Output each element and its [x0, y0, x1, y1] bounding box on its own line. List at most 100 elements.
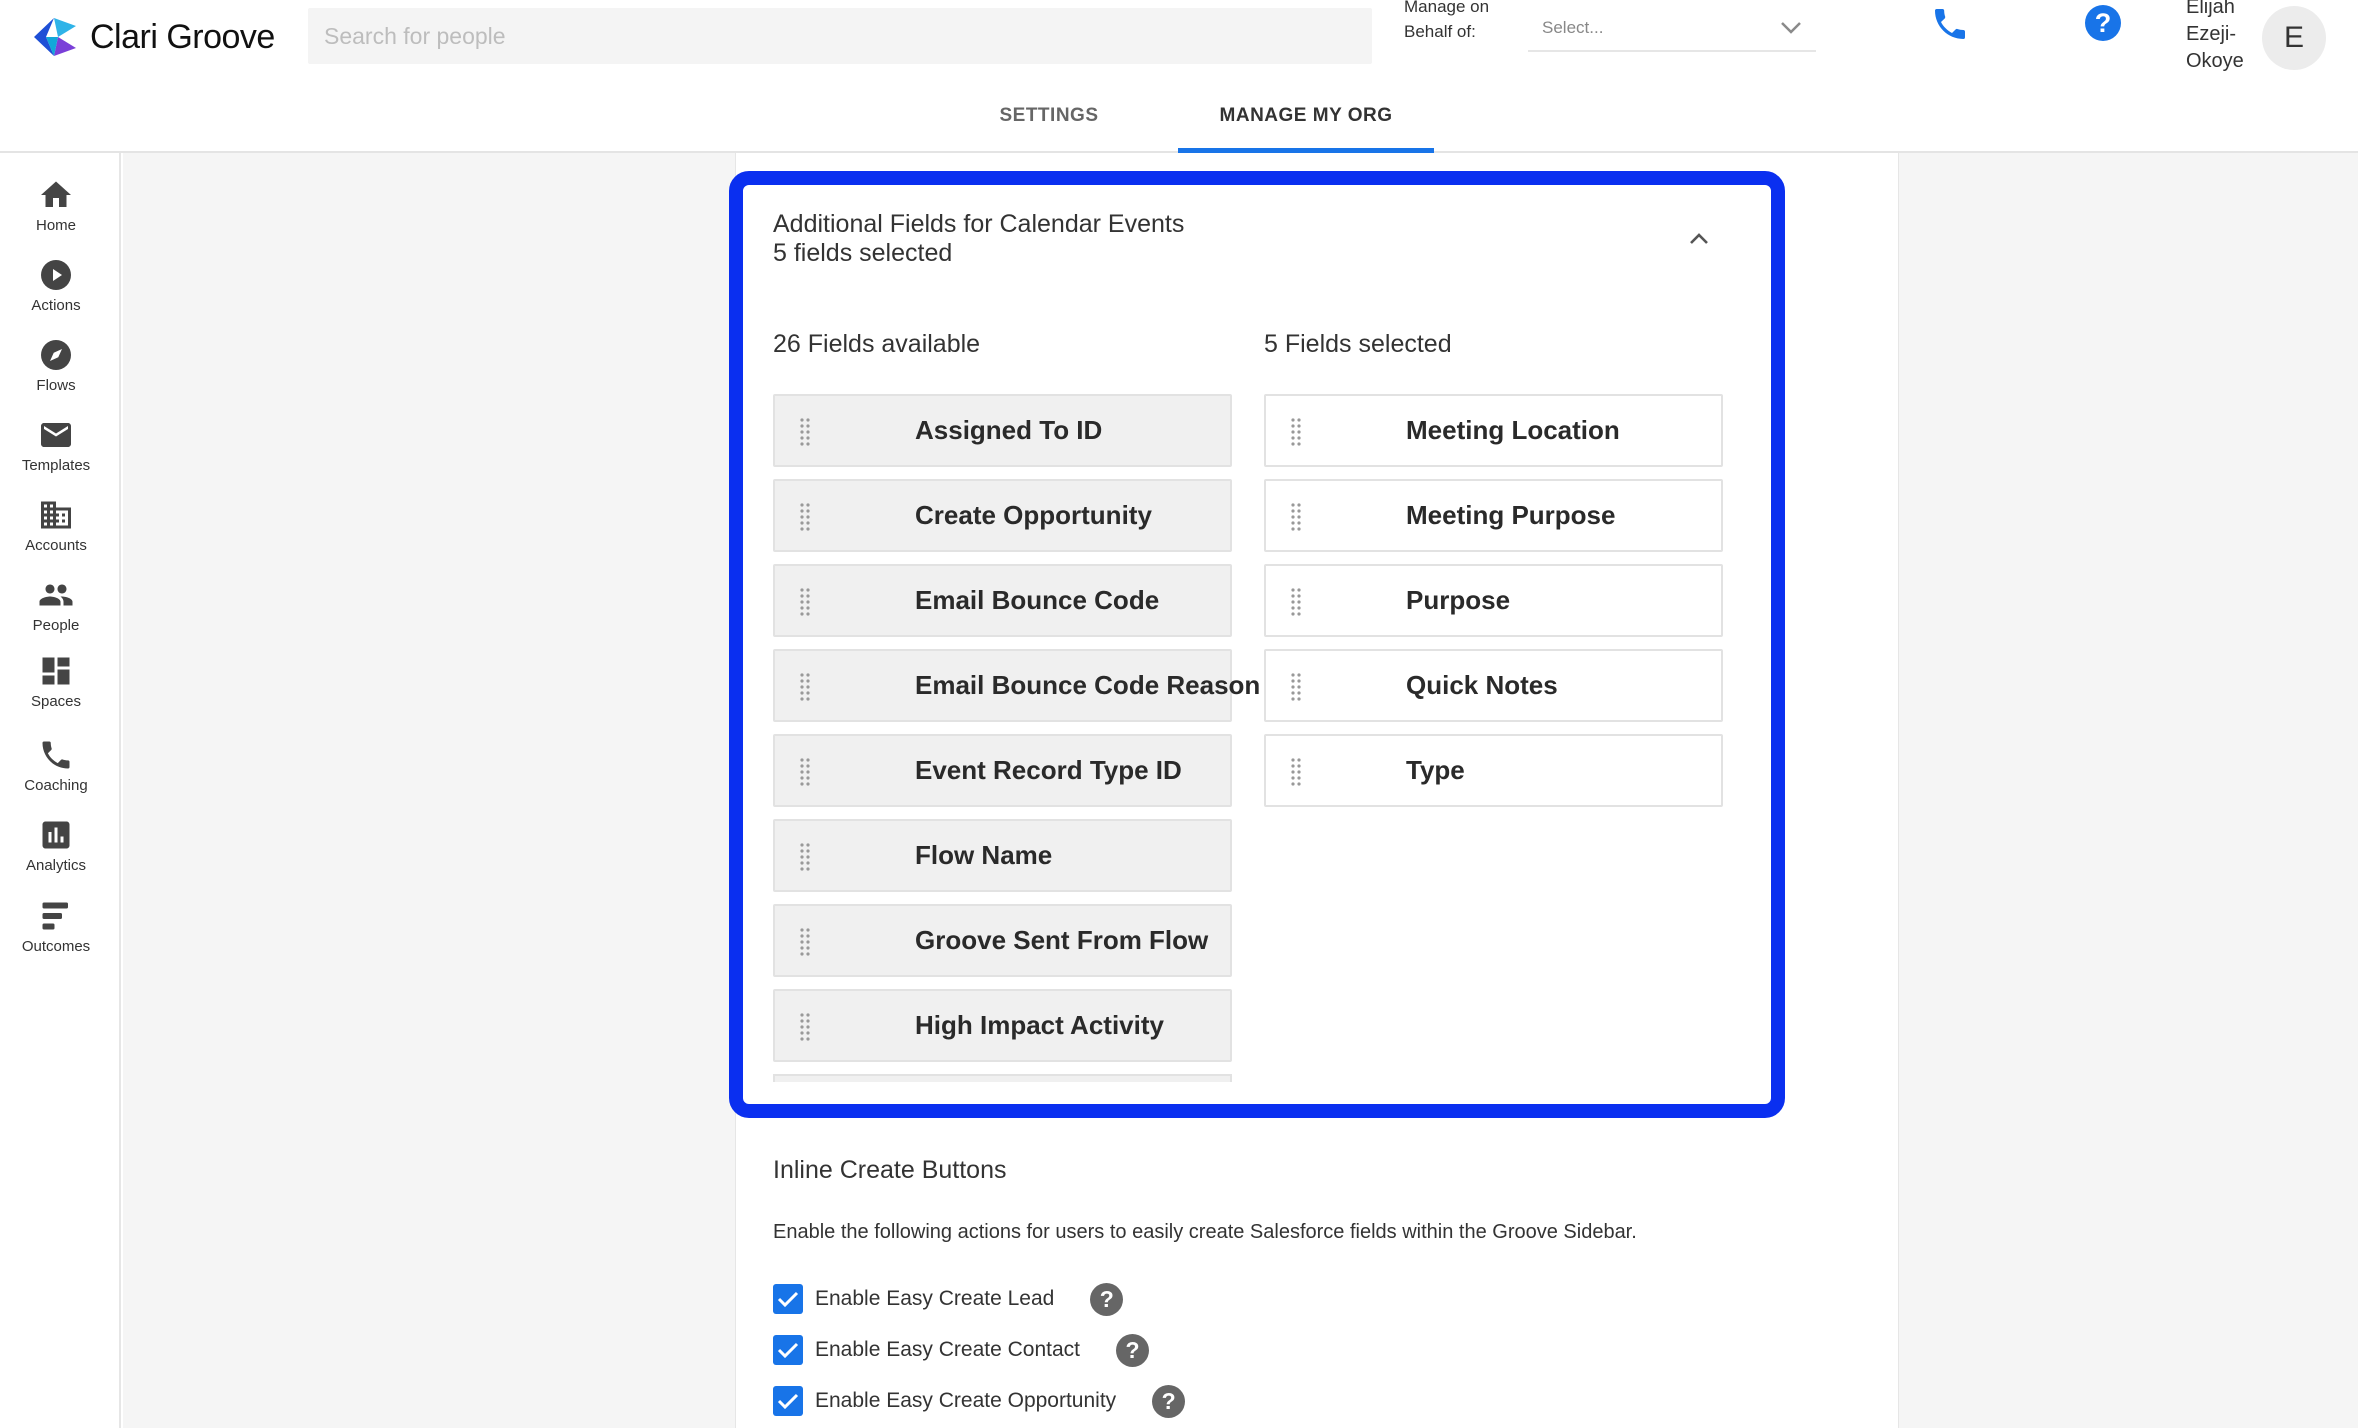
tab-manage-my-org[interactable]: MANAGE MY ORG: [1178, 96, 1434, 153]
checkmark-icon: [777, 1393, 799, 1410]
tab-settings[interactable]: SETTINGS: [978, 96, 1120, 153]
field-label: High Impact Activity: [915, 1010, 1164, 1040]
easy-create-opportunity-label[interactable]: Enable Easy Create Opportunity: [815, 1389, 1116, 1413]
list-icon: [42, 902, 68, 930]
drag-handle-icon[interactable]: [799, 1012, 811, 1042]
drag-handle-icon[interactable]: [799, 417, 811, 447]
available-field-item[interactable]: Event Record Type ID: [773, 734, 1232, 807]
available-field-item[interactable]: Groove Sent From Flow: [773, 904, 1232, 977]
inline-create-title: Inline Create Buttons: [773, 1156, 1007, 1184]
drag-handle-icon[interactable]: [1290, 672, 1302, 702]
selected-field-item[interactable]: Meeting Purpose: [1264, 479, 1723, 552]
sidebar-item-label: Accounts: [25, 537, 87, 554]
sidebar-item-analytics[interactable]: Analytics: [0, 817, 112, 887]
drag-handle-icon[interactable]: [799, 757, 811, 787]
easy-create-contact-option: Enable Easy Create Contact ?: [773, 1333, 1149, 1367]
dashboard-icon: [42, 657, 70, 685]
phone-button[interactable]: [1930, 4, 1970, 44]
sidebar-item-label: Flows: [36, 377, 76, 394]
sidebar-item-accounts[interactable]: Accounts: [0, 497, 112, 567]
behalf-select-value: Select...: [1542, 18, 1604, 37]
phone-icon: [1935, 9, 1965, 39]
chevron-down-icon: [1781, 22, 1801, 34]
sidebar-item-people[interactable]: People: [0, 577, 112, 647]
sidebar-item-label: Actions: [31, 297, 81, 314]
easy-create-lead-option: Enable Easy Create Lead ?: [773, 1282, 1124, 1316]
top-tabs: SETTINGS MANAGE MY ORG: [0, 96, 2358, 153]
easy-create-opportunity-checkbox[interactable]: [773, 1386, 803, 1416]
envelope-icon: [41, 423, 71, 447]
chevron-up-icon: [1690, 233, 1708, 244]
drag-handle-icon[interactable]: [799, 587, 811, 617]
available-field-item[interactable]: High Impact Activity: [773, 989, 1232, 1062]
drag-handle-icon[interactable]: [1290, 757, 1302, 787]
easy-create-lead-checkbox[interactable]: [773, 1284, 803, 1314]
sidebar-item-coaching[interactable]: Coaching: [0, 737, 112, 807]
avatar[interactable]: E: [2262, 6, 2326, 70]
help-circle-icon[interactable]: ?: [1152, 1384, 1186, 1418]
drag-handle-icon[interactable]: [799, 672, 811, 702]
sidebar-item-templates[interactable]: Templates: [0, 417, 112, 487]
drag-handle-icon[interactable]: [1290, 417, 1302, 447]
field-label: Flow Name: [915, 840, 1053, 870]
drag-handle-icon[interactable]: [799, 842, 811, 872]
easy-create-contact-label[interactable]: Enable Easy Create Contact: [815, 1338, 1080, 1362]
help-circle-icon[interactable]: ?: [1090, 1282, 1124, 1316]
sidebar-item-spaces[interactable]: Spaces: [0, 653, 112, 723]
easy-create-contact-checkbox[interactable]: [773, 1335, 803, 1365]
sidebar-item-outcomes[interactable]: Outcomes: [0, 898, 112, 968]
drag-handle-icon[interactable]: [1290, 587, 1302, 617]
drag-handle-icon[interactable]: [1290, 502, 1302, 532]
field-label: Event Record Type ID: [915, 755, 1182, 785]
field-label: Groove Sent From Flow: [915, 925, 1209, 955]
sidebar-item-actions[interactable]: Actions: [0, 257, 112, 327]
inline-create-description: Enable the following actions for users t…: [773, 1221, 1637, 1243]
sidebar-item-home[interactable]: Home: [0, 177, 112, 247]
checkmark-icon: [777, 1291, 799, 1308]
search-people-field[interactable]: [308, 8, 1372, 64]
selected-field-item[interactable]: Quick Notes: [1264, 649, 1723, 722]
selected-fields-heading: 5 Fields selected: [1264, 330, 1452, 358]
field-label: Email Bounce Code Reason: [915, 670, 1261, 700]
selected-field-item[interactable]: Purpose: [1264, 564, 1723, 637]
people-icon: [39, 584, 73, 606]
bar-chart-icon: [42, 821, 70, 849]
help-button[interactable]: ?: [2085, 5, 2121, 41]
available-field-item[interactable]: Email Bounce Code: [773, 564, 1232, 637]
building-icon: [41, 501, 71, 529]
logo-text: Clari Groove: [90, 17, 275, 56]
top-header: Clari Groove Manage on Behalf of: Select…: [0, 0, 2358, 153]
collapse-button[interactable]: [1684, 224, 1714, 254]
field-label: Purpose: [1406, 585, 1511, 615]
checkmark-icon: [777, 1342, 799, 1359]
drag-handle-icon[interactable]: [799, 502, 811, 532]
available-field-item[interactable]: Email Bounce Code Reason: [773, 649, 1260, 722]
groove-logo-icon: [34, 18, 76, 56]
left-nav-sidebar: Home Actions Flows Templates Accounts Pe…: [0, 153, 121, 1428]
manage-on-behalf-select[interactable]: Select...: [1528, 6, 1816, 52]
help-circle-icon[interactable]: ?: [1115, 1333, 1149, 1367]
field-label: Create Opportunity: [915, 500, 1152, 530]
easy-create-lead-label[interactable]: Enable Easy Create Lead: [815, 1287, 1054, 1311]
phone-icon: [42, 741, 70, 769]
field-label: Meeting Location: [1406, 415, 1620, 445]
sidebar-item-flows[interactable]: Flows: [0, 337, 112, 407]
search-input[interactable]: [308, 8, 1372, 64]
drag-handle-icon[interactable]: [799, 927, 811, 957]
field-label: Assigned To ID: [915, 415, 1103, 445]
available-field-item[interactable]: Flow Name: [773, 819, 1232, 892]
home-icon: [41, 181, 71, 207]
play-circle-icon: [41, 260, 71, 290]
compass-icon: [41, 340, 71, 370]
sidebar-item-label: Home: [35, 217, 76, 234]
available-fields-heading: 26 Fields available: [773, 330, 981, 358]
selected-field-item[interactable]: Type: [1264, 734, 1723, 807]
selected-field-item[interactable]: Meeting Location: [1264, 394, 1723, 467]
sidebar-item-label: Analytics: [25, 857, 87, 874]
available-field-item[interactable]: Assigned To ID: [773, 394, 1232, 467]
available-field-item-partial: [773, 1074, 1232, 1082]
field-label: Meeting Purpose: [1406, 500, 1616, 530]
clari-groove-logo[interactable]: Clari Groove: [28, 16, 275, 58]
sidebar-item-label: Coaching: [24, 777, 88, 794]
available-field-item[interactable]: Create Opportunity: [773, 479, 1232, 552]
